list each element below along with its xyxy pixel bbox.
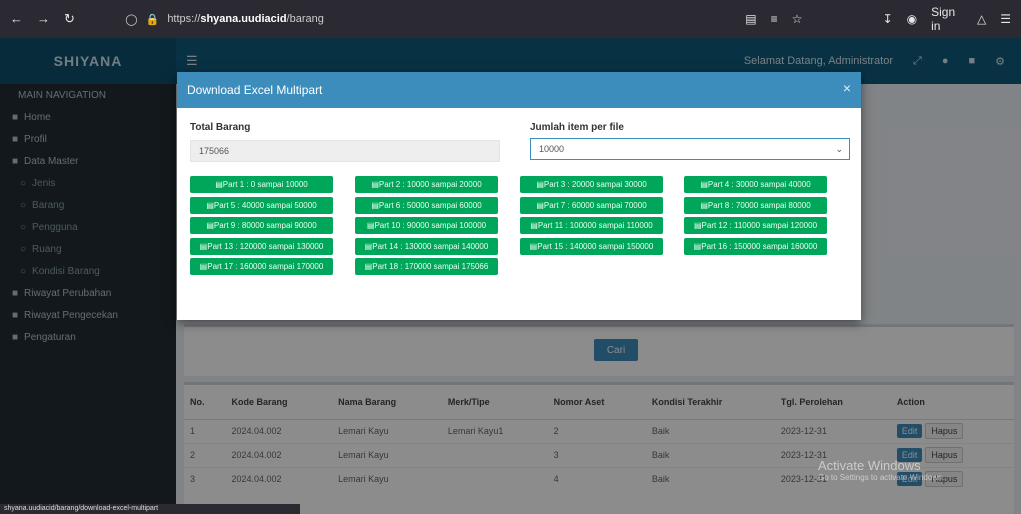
signin-button[interactable]: Sign in	[931, 5, 963, 33]
download-part-button[interactable]: ▤ Part 4 : 30000 sampai 40000	[684, 176, 827, 193]
download-part-button[interactable]: ▤ Part 7 : 60000 sampai 70000	[520, 196, 663, 214]
lock-icon: 🔒	[145, 13, 160, 26]
file-excel-icon: ▤	[206, 221, 214, 230]
file-excel-icon: ▤	[536, 180, 544, 189]
part-label: Part 1 : 0 sampai 10000	[222, 180, 308, 189]
total-items-field: 175066	[190, 140, 500, 162]
watermark-title: Activate Windows	[818, 458, 921, 473]
shield-icon: ◯	[125, 13, 138, 26]
file-excel-icon: ▤	[199, 262, 208, 271]
download-part-button[interactable]: ▤ Part 12 : 110000 sampai 120000	[684, 217, 827, 234]
download-part-button[interactable]: ▤ Part 5 : 40000 sampai 50000	[190, 196, 333, 214]
url-prefix: https://	[167, 13, 201, 25]
bookmark-star-icon[interactable]: ☆	[792, 12, 803, 26]
total-items-label: Total Barang	[190, 122, 251, 133]
download-part-button[interactable]: ▤ Part 8 : 70000 sampai 80000	[684, 196, 827, 214]
address-bar[interactable]: ◯ 🔒 https://shyana.uudiacid/barang	[125, 6, 745, 32]
part-label: Part 14 : 130000 sampai 140000	[372, 241, 489, 251]
account-icon[interactable]: ◉	[907, 12, 917, 26]
file-excel-icon: ▤	[693, 221, 702, 230]
download-part-button[interactable]: ▤ Part 14 : 130000 sampai 140000	[355, 237, 498, 255]
download-part-button[interactable]: ▤ Part 10 : 90000 sampai 100000	[355, 217, 498, 234]
part-label: Part 6 : 50000 sampai 60000	[378, 200, 482, 210]
reader-icon[interactable]: ▤	[745, 12, 756, 26]
chevron-down-icon: ⌄	[835, 143, 843, 154]
part-label: Part 8 : 70000 sampai 80000	[707, 200, 811, 210]
translate-icon[interactable]: ≡	[771, 12, 778, 26]
download-excel-modal: Download Excel Multipart × Total Barang …	[177, 72, 861, 320]
file-excel-icon: ▤	[215, 180, 223, 189]
items-per-file-label: Jumlah item per file	[530, 122, 624, 133]
file-excel-icon: ▤	[206, 200, 214, 210]
download-part-button[interactable]: ▤ Part 6 : 50000 sampai 60000	[355, 196, 498, 214]
modal-title: Download Excel Multipart	[187, 83, 323, 97]
part-label: Part 13 : 120000 sampai 130000	[207, 241, 324, 251]
windows-activation-watermark: Activate Windows Go to Settings to activ…	[818, 458, 944, 482]
download-part-button[interactable]: ▤ Part 18 : 170000 sampai 175066	[355, 258, 498, 275]
file-excel-icon: ▤	[199, 241, 208, 251]
screen: ← → ↻ ◯ 🔒 https://shyana.uudiacid/barang…	[0, 0, 1021, 514]
reload-icon[interactable]: ↻	[64, 11, 75, 27]
items-per-file-value: 10000	[539, 144, 565, 154]
part-label: Part 15 : 140000 sampai 150000	[537, 241, 654, 251]
download-part-button[interactable]: ▤ Part 13 : 120000 sampai 130000	[190, 237, 333, 255]
part-label: Part 17 : 160000 sampai 170000	[207, 262, 324, 271]
items-per-file-select[interactable]: 10000 ⌄	[530, 138, 850, 160]
file-excel-icon: ▤	[529, 241, 538, 251]
part-label: Part 9 : 80000 sampai 90000	[213, 221, 317, 230]
part-label: Part 5 : 40000 sampai 50000	[213, 200, 317, 210]
download-part-button[interactable]: ▤ Part 1 : 0 sampai 10000	[190, 176, 333, 193]
url-domain: shyana.uudiacid	[200, 13, 287, 25]
url-path: /barang	[286, 13, 324, 25]
menu-icon[interactable]: ☰	[1000, 12, 1011, 26]
download-part-button[interactable]: ▤ Part 17 : 160000 sampai 170000	[190, 258, 333, 275]
watermark-subtitle: Go to Settings to activate Windows.	[818, 473, 945, 482]
download-icon[interactable]: ↧	[883, 12, 893, 26]
part-label: Part 3 : 20000 sampai 30000	[543, 180, 647, 189]
file-excel-icon: ▤	[364, 241, 373, 251]
file-excel-icon: ▤	[693, 241, 702, 251]
part-label: Part 18 : 170000 sampai 175066	[372, 262, 489, 271]
download-part-button[interactable]: ▤ Part 16 : 150000 sampai 160000	[684, 237, 827, 255]
download-part-button[interactable]: ▤ Part 3 : 20000 sampai 30000	[520, 176, 663, 193]
back-icon[interactable]: ←	[10, 11, 23, 27]
download-part-button[interactable]: ▤ Part 11 : 100000 sampai 110000	[520, 217, 663, 234]
part-label: Part 12 : 110000 sampai 120000	[701, 221, 818, 230]
part-label: Part 10 : 90000 sampai 100000	[374, 221, 487, 230]
extensions-icon[interactable]: △	[977, 12, 986, 26]
close-icon[interactable]: ×	[843, 80, 851, 96]
part-label: Part 4 : 30000 sampai 40000	[707, 180, 811, 189]
download-part-button[interactable]: ▤ Part 15 : 140000 sampai 150000	[520, 237, 663, 255]
forward-icon[interactable]: →	[37, 11, 50, 27]
download-part-button[interactable]: ▤ Part 2 : 10000 sampai 20000	[355, 176, 498, 193]
part-label: Part 7 : 60000 sampai 70000	[543, 200, 647, 210]
file-excel-icon: ▤	[371, 200, 379, 210]
part-label: Part 16 : 150000 sampai 160000	[701, 241, 818, 251]
part-label: Part 11 : 100000 sampai 110000	[537, 221, 653, 230]
download-part-button[interactable]: ▤ Part 9 : 80000 sampai 90000	[190, 217, 333, 234]
file-excel-icon: ▤	[530, 221, 538, 230]
file-excel-icon: ▤	[371, 180, 379, 189]
browser-toolbar: ← → ↻ ◯ 🔒 https://shyana.uudiacid/barang…	[0, 0, 1021, 38]
file-excel-icon: ▤	[700, 180, 708, 189]
file-excel-icon: ▤	[366, 221, 375, 230]
file-excel-icon: ▤	[700, 200, 708, 210]
part-label: Part 2 : 10000 sampai 20000	[378, 180, 482, 189]
file-excel-icon: ▤	[536, 200, 544, 210]
file-excel-icon: ▤	[364, 262, 373, 271]
browser-status-url: shyana.uudiacid/barang/download-excel-mu…	[0, 504, 300, 514]
